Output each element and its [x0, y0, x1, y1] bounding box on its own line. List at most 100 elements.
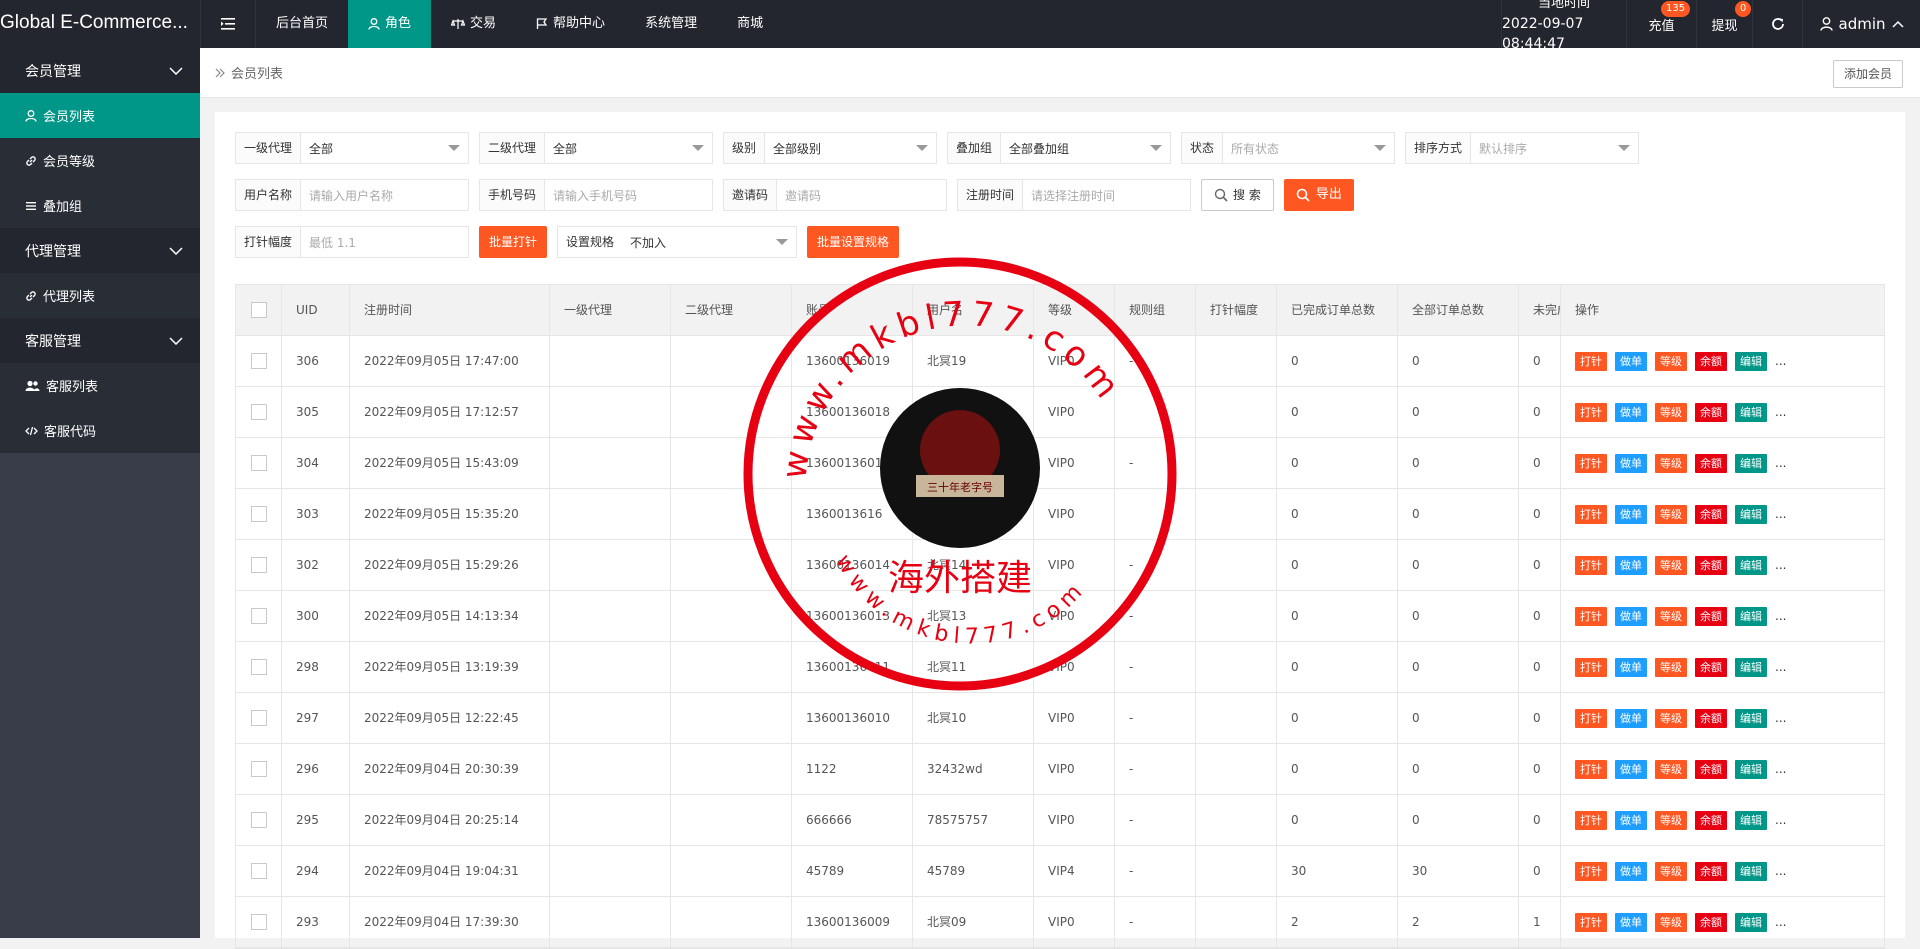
filter-r1-field-5[interactable]: 排序方式 默认排序 [1405, 132, 1639, 164]
filter-r2-field-3[interactable]: 注册时间 请选择注册时间 [957, 179, 1191, 211]
row-checkbox[interactable] [250, 760, 267, 777]
action-button-0[interactable]: 打针 [1575, 606, 1607, 626]
nav-item-0[interactable]: 后台首页 [256, 0, 348, 48]
batch-pin-button[interactable]: 批量打针 [479, 226, 548, 258]
nav-item-2[interactable]: 交易 [431, 0, 516, 48]
action-button-4[interactable]: 编辑 [1735, 504, 1767, 524]
rule-select[interactable]: 设置规格 不加入 [557, 226, 798, 258]
action-button-4[interactable]: 编辑 [1735, 606, 1767, 626]
select-all-checkbox[interactable] [250, 301, 267, 318]
recharge-button[interactable]: 充值 135 [1626, 0, 1696, 48]
row-checkbox[interactable] [250, 556, 267, 573]
action-button-2[interactable]: 等级 [1655, 453, 1687, 473]
row-checkbox[interactable] [250, 607, 267, 624]
action-button-1[interactable]: 做单 [1615, 402, 1647, 422]
filter-r2-field-2[interactable]: 邀请码 邀请码 [723, 179, 947, 211]
action-button-3[interactable]: 余额 [1695, 861, 1727, 881]
filter-r1-field-2[interactable]: 级别 全部级别 [723, 132, 937, 164]
action-button-4[interactable]: 编辑 [1735, 708, 1767, 728]
action-button-3[interactable]: 余额 [1695, 555, 1727, 575]
row-checkbox[interactable] [250, 811, 267, 828]
action-button-1[interactable]: 做单 [1615, 912, 1647, 932]
action-button-3[interactable]: 余额 [1695, 402, 1727, 422]
action-button-0[interactable]: 打针 [1575, 912, 1607, 932]
more-actions-button[interactable]: ... [1775, 405, 1786, 419]
row-checkbox[interactable] [250, 454, 267, 471]
filter-select-value[interactable]: 所有状态 [1223, 140, 1394, 157]
action-button-0[interactable]: 打针 [1575, 555, 1607, 575]
sidebar-item-1[interactable]: 会员列表 [0, 93, 200, 138]
refresh-button[interactable] [1752, 0, 1802, 48]
filter-input[interactable]: 请输入用户名称 [301, 187, 468, 204]
filter-r1-field-4[interactable]: 状态 所有状态 [1181, 132, 1395, 164]
filter-r1-field-1[interactable]: 二级代理 全部 [479, 132, 713, 164]
sidebar-item-2[interactable]: 会员等级 [0, 138, 200, 183]
action-button-1[interactable]: 做单 [1615, 555, 1647, 575]
action-button-3[interactable]: 余额 [1695, 759, 1727, 779]
search-button[interactable]: 搜 索 [1201, 179, 1274, 211]
sidebar-item-8[interactable]: 客服代码 [0, 408, 200, 453]
action-button-2[interactable]: 等级 [1655, 708, 1687, 728]
more-actions-button[interactable]: ... [1775, 558, 1786, 572]
action-button-4[interactable]: 编辑 [1735, 351, 1767, 371]
export-button[interactable]: 导出 [1283, 179, 1354, 211]
action-button-2[interactable]: 等级 [1655, 912, 1687, 932]
action-button-2[interactable]: 等级 [1655, 504, 1687, 524]
pin-range-input[interactable]: 最低 1.1 [301, 234, 468, 251]
more-actions-button[interactable]: ... [1775, 915, 1786, 929]
pin-range-field[interactable]: 打针幅度 最低 1.1 [235, 226, 469, 258]
filter-r2-field-1[interactable]: 手机号码 请输入手机号码 [479, 179, 713, 211]
action-button-1[interactable]: 做单 [1615, 861, 1647, 881]
action-button-1[interactable]: 做单 [1615, 504, 1647, 524]
action-button-2[interactable]: 等级 [1655, 810, 1687, 830]
row-checkbox[interactable] [250, 505, 267, 522]
filter-r1-field-0[interactable]: 一级代理 全部 [235, 132, 469, 164]
nav-item-1[interactable]: 角色 [348, 0, 432, 48]
filter-r2-field-0[interactable]: 用户名称 请输入用户名称 [235, 179, 469, 211]
add-member-button[interactable]: 添加会员 [1832, 60, 1903, 88]
action-button-2[interactable]: 等级 [1655, 759, 1687, 779]
more-actions-button[interactable]: ... [1775, 507, 1786, 521]
filter-input[interactable]: 请选择注册时间 [1023, 187, 1190, 204]
filter-input[interactable]: 请输入手机号码 [545, 187, 712, 204]
action-button-0[interactable]: 打针 [1575, 759, 1607, 779]
action-button-4[interactable]: 编辑 [1735, 555, 1767, 575]
action-button-2[interactable]: 等级 [1655, 657, 1687, 677]
withdraw-button[interactable]: 提现 0 [1696, 0, 1752, 48]
action-button-0[interactable]: 打针 [1575, 810, 1607, 830]
more-actions-button[interactable]: ... [1775, 711, 1786, 725]
action-button-3[interactable]: 余额 [1695, 810, 1727, 830]
action-button-3[interactable]: 余额 [1695, 504, 1727, 524]
action-button-4[interactable]: 编辑 [1735, 453, 1767, 473]
action-button-4[interactable]: 编辑 [1735, 810, 1767, 830]
nav-item-4[interactable]: 系统管理 [625, 0, 717, 48]
action-button-4[interactable]: 编辑 [1735, 657, 1767, 677]
action-button-3[interactable]: 余额 [1695, 912, 1727, 932]
action-button-2[interactable]: 等级 [1655, 402, 1687, 422]
action-button-0[interactable]: 打针 [1575, 657, 1607, 677]
menu-toggle-button[interactable] [200, 0, 256, 48]
sidebar-item-5[interactable]: 代理列表 [0, 273, 200, 318]
action-button-3[interactable]: 余额 [1695, 606, 1727, 626]
row-checkbox[interactable] [250, 352, 267, 369]
action-button-0[interactable]: 打针 [1575, 504, 1607, 524]
nav-item-5[interactable]: 商城 [717, 0, 783, 48]
user-menu[interactable]: admin [1802, 0, 1920, 48]
action-button-1[interactable]: 做单 [1615, 759, 1647, 779]
row-checkbox[interactable] [250, 913, 267, 930]
sidebar-group-4[interactable]: 代理管理 [0, 228, 200, 273]
more-actions-button[interactable]: ... [1775, 864, 1786, 878]
action-button-4[interactable]: 编辑 [1735, 402, 1767, 422]
action-button-3[interactable]: 余额 [1695, 453, 1727, 473]
action-button-2[interactable]: 等级 [1655, 555, 1687, 575]
row-checkbox[interactable] [250, 403, 267, 420]
sidebar-item-7[interactable]: 客服列表 [0, 363, 200, 408]
action-button-0[interactable]: 打针 [1575, 351, 1607, 371]
action-button-4[interactable]: 编辑 [1735, 912, 1767, 932]
action-button-1[interactable]: 做单 [1615, 606, 1647, 626]
filter-select-value[interactable]: 默认排序 [1471, 140, 1638, 157]
action-button-0[interactable]: 打针 [1575, 453, 1607, 473]
sidebar-group-0[interactable]: 会员管理 [0, 48, 200, 93]
sidebar-group-6[interactable]: 客服管理 [0, 318, 200, 363]
action-button-3[interactable]: 余额 [1695, 351, 1727, 371]
